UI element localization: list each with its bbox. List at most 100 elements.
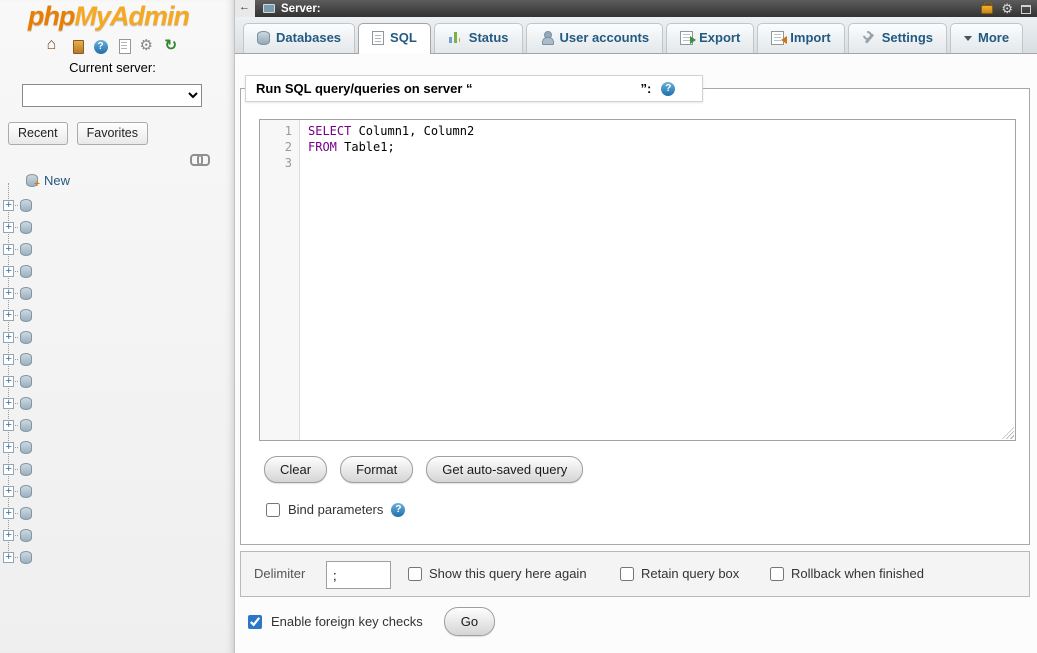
collapse-sidebar-icon[interactable]	[235, 0, 255, 17]
expand-icon[interactable]	[3, 222, 14, 233]
sql-code-area[interactable]: SELECT Column1, Column2FROM Table1;	[300, 120, 1015, 440]
rollback-when-finished-checkbox[interactable]	[770, 567, 784, 581]
option-rollback-when-finished[interactable]: Rollback when finished	[770, 566, 924, 581]
tree-item[interactable]	[0, 283, 225, 305]
tree-item[interactable]	[0, 437, 225, 459]
expand-icon[interactable]	[3, 376, 14, 387]
database-icon	[20, 375, 32, 388]
sidebar: phpMyAdmin Current server: Recent Favori…	[0, 0, 235, 653]
tab-label: More	[978, 30, 1009, 45]
database-icon	[20, 287, 32, 300]
enable-foreign-key-checks-checkbox[interactable]	[248, 615, 262, 629]
expand-icon[interactable]	[3, 332, 14, 343]
format-button[interactable]: Format	[340, 456, 413, 483]
retain-query-box-checkbox[interactable]	[620, 567, 634, 581]
tree-item[interactable]	[0, 327, 225, 349]
tree-item[interactable]	[0, 261, 225, 283]
tab-settings[interactable]: Settings	[848, 23, 947, 53]
expand-icon[interactable]	[3, 310, 14, 321]
tab-label: Import	[790, 30, 830, 45]
tree-item[interactable]	[0, 503, 225, 525]
refresh-icon[interactable]	[164, 38, 180, 54]
expand-icon[interactable]	[3, 354, 14, 365]
status-icon	[448, 31, 463, 44]
home-icon[interactable]	[46, 38, 62, 54]
tree-item[interactable]	[0, 547, 225, 569]
logo-part-myadmin: MyAdmin	[74, 1, 189, 31]
tab-status[interactable]: Status	[434, 23, 523, 53]
database-tree	[0, 195, 225, 569]
option-retain-query-box[interactable]: Retain query box	[620, 566, 739, 581]
settings-icon[interactable]	[140, 38, 156, 54]
database-icon	[20, 397, 32, 410]
expand-icon[interactable]	[3, 508, 14, 519]
expand-icon[interactable]	[3, 464, 14, 475]
server-label: Server:	[281, 3, 321, 15]
expand-icon[interactable]	[3, 288, 14, 299]
link-icon[interactable]	[190, 153, 208, 163]
tree-item[interactable]	[0, 393, 225, 415]
help-icon[interactable]	[661, 82, 675, 96]
expand-icon[interactable]	[3, 486, 14, 497]
delimiter-input[interactable]	[326, 561, 391, 589]
sql-editor[interactable]: 123 SELECT Column1, Column2FROM Table1;	[259, 119, 1016, 441]
expand-icon[interactable]	[3, 266, 14, 277]
maximize-icon[interactable]	[1021, 5, 1031, 14]
expand-icon[interactable]	[3, 420, 14, 431]
bind-parameters-option[interactable]: Bind parameters	[266, 502, 405, 517]
gear-icon[interactable]	[1001, 0, 1013, 18]
server-bar: Server:	[255, 0, 1037, 17]
tab-databases[interactable]: Databases	[243, 23, 355, 53]
recent-button[interactable]: Recent	[8, 122, 68, 145]
show-this-query-here-again-checkbox[interactable]	[408, 567, 422, 581]
phpmyadmin-window: phpMyAdmin Current server: Recent Favori…	[0, 0, 1037, 653]
tab-more[interactable]: More	[950, 23, 1023, 53]
docs-icon[interactable]	[116, 38, 132, 54]
tab-sql[interactable]: SQL	[358, 23, 431, 53]
tree-item[interactable]	[0, 195, 225, 217]
tree-item[interactable]	[0, 459, 225, 481]
code-line: SELECT Column1, Column2	[308, 123, 1015, 139]
phpmyadmin-logo[interactable]: phpMyAdmin	[28, 1, 189, 32]
tree-item[interactable]	[0, 349, 225, 371]
tab-user-accounts[interactable]: User accounts	[526, 23, 664, 53]
help-icon[interactable]	[391, 503, 405, 517]
server-select[interactable]	[22, 84, 202, 107]
expand-icon[interactable]	[3, 530, 14, 541]
option-show-this-query-here-again[interactable]: Show this query here again	[408, 566, 587, 581]
go-button[interactable]: Go	[444, 607, 495, 636]
tab-export[interactable]: Export	[666, 23, 754, 53]
database-icon	[20, 441, 32, 454]
sql-file-icon	[372, 31, 384, 45]
tab-import[interactable]: Import	[757, 23, 844, 53]
tree-item[interactable]	[0, 239, 225, 261]
tree-item[interactable]	[0, 525, 225, 547]
tree-item[interactable]	[0, 481, 225, 503]
tree-item[interactable]	[0, 217, 225, 239]
clear-button[interactable]: Clear	[264, 456, 327, 483]
enable-foreign-key-checks-label: Enable foreign key checks	[271, 614, 423, 629]
database-icon	[20, 529, 32, 542]
tree-item[interactable]	[0, 371, 225, 393]
tree-item[interactable]	[0, 305, 225, 327]
sidebar-nav-icons	[0, 37, 225, 55]
logout-icon[interactable]	[70, 38, 86, 54]
favorites-button[interactable]: Favorites	[77, 122, 148, 145]
sidebar-item-new[interactable]: New	[26, 173, 70, 188]
database-icon	[20, 265, 32, 278]
recent-favorites-row: Recent Favorites	[8, 122, 148, 145]
expand-icon[interactable]	[3, 552, 14, 563]
expand-icon[interactable]	[3, 200, 14, 211]
expand-icon[interactable]	[3, 442, 14, 453]
server-monitor-icon	[263, 4, 275, 13]
help-icon[interactable]	[94, 40, 108, 54]
database-icon	[20, 243, 32, 256]
briefcase-icon[interactable]	[981, 5, 993, 14]
export-icon	[680, 31, 693, 45]
tree-item[interactable]	[0, 415, 225, 437]
get-auto-saved-query-button[interactable]: Get auto-saved query	[426, 456, 583, 483]
bind-parameters-checkbox[interactable]	[266, 503, 280, 517]
expand-icon[interactable]	[3, 244, 14, 255]
expand-icon[interactable]	[3, 398, 14, 409]
logo-part-php: php	[28, 1, 74, 31]
